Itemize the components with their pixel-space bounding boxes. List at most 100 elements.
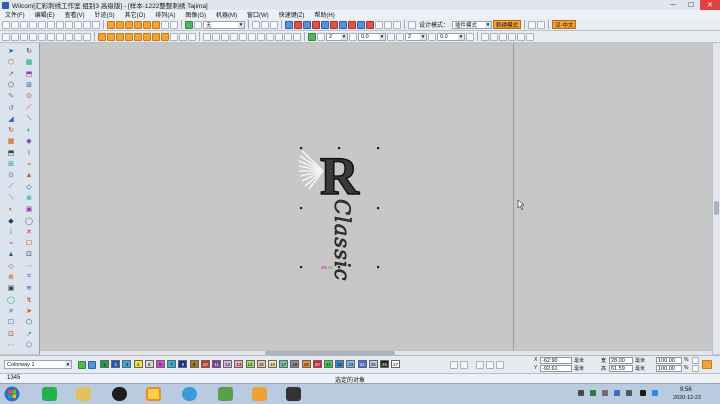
- settings-icon[interactable]: [537, 20, 546, 29]
- tray-app-1-icon[interactable]: [578, 390, 584, 396]
- digitize-tool-icon[interactable]: ↺: [3, 103, 19, 113]
- spin-field-3[interactable]: 2 ▼: [405, 32, 427, 41]
- digitize-tool-icon[interactable]: ☐: [21, 238, 37, 248]
- transform-icon[interactable]: [270, 20, 278, 29]
- group-icon[interactable]: [339, 20, 347, 29]
- scale-x-field[interactable]: 100.00: [656, 357, 682, 364]
- color-swatch[interactable]: 7: [167, 360, 177, 368]
- digitize-tool-icon[interactable]: ⋯: [21, 261, 37, 271]
- fabric-icon[interactable]: [185, 20, 193, 29]
- save-icon[interactable]: [20, 20, 28, 29]
- tatami-icon[interactable]: [20, 32, 28, 41]
- y-field[interactable]: -92.61: [540, 365, 572, 372]
- shape-e-icon[interactable]: [239, 32, 247, 41]
- wechat-icon[interactable]: [42, 387, 57, 401]
- menu-file[interactable]: 文件(F): [0, 10, 30, 19]
- grid-icon[interactable]: [528, 20, 537, 29]
- shape-c-icon[interactable]: [221, 32, 229, 41]
- color-swatch[interactable]: 19: [301, 360, 311, 368]
- run-tool-icon[interactable]: [134, 20, 142, 29]
- digitize-tool-icon[interactable]: ◇: [3, 261, 19, 271]
- menu-window[interactable]: 窗口(W): [242, 10, 274, 19]
- stemstitch-icon[interactable]: [65, 32, 73, 41]
- tray-app-3-icon[interactable]: [602, 390, 608, 396]
- menu-image[interactable]: 图像(G): [180, 10, 211, 19]
- digitize-tool-icon[interactable]: ⊕: [3, 272, 19, 282]
- digitize-tool-icon[interactable]: ⊙: [3, 170, 19, 180]
- embroidery-mode-button[interactable]: 刺绣模式: [493, 20, 522, 29]
- digitize-tool-icon[interactable]: ⋯: [3, 340, 19, 350]
- color-swatch[interactable]: 2: [111, 360, 121, 368]
- digitize-tool-icon[interactable]: ▦: [21, 57, 37, 67]
- lettering-tool-icon[interactable]: [143, 20, 151, 29]
- offset-icon[interactable]: [125, 32, 133, 41]
- fabric-select[interactable]: 无 ▼: [203, 20, 245, 29]
- digitize-tool-icon[interactable]: ≋: [21, 283, 37, 293]
- transform-apply-icon[interactable]: [702, 360, 712, 369]
- print-icon[interactable]: [29, 20, 37, 29]
- color-swatch[interactable]: 16: [268, 360, 277, 368]
- digitize-tool-icon[interactable]: ↻: [3, 125, 19, 135]
- digitize-tool-icon[interactable]: ➤: [21, 306, 37, 316]
- digitize-tool-icon[interactable]: ⌁: [3, 238, 19, 248]
- shape-k-icon[interactable]: [293, 32, 301, 41]
- help-app-icon[interactable]: [252, 387, 267, 401]
- stitch-player-icon[interactable]: [393, 20, 401, 29]
- pattern-fill-icon[interactable]: [98, 32, 106, 41]
- length-icon[interactable]: [396, 32, 404, 41]
- stitch-angle-icon[interactable]: [308, 32, 316, 41]
- undo-icon[interactable]: [65, 20, 73, 29]
- digitize-tool-icon[interactable]: ⊡: [3, 329, 19, 339]
- color-swatch[interactable]: 9: [189, 360, 199, 368]
- menu-view[interactable]: 查看(V): [60, 10, 90, 19]
- tray-app-2-icon[interactable]: [590, 390, 596, 396]
- digitize-tool-icon[interactable]: ⊞: [3, 159, 19, 169]
- digitize-tool-icon[interactable]: ⟍: [3, 193, 19, 203]
- array-icon[interactable]: [188, 32, 196, 41]
- digitize-tool-icon[interactable]: ⊙: [21, 91, 37, 101]
- menu-edit[interactable]: 编辑(E): [30, 10, 60, 19]
- wilcom-icon[interactable]: [146, 387, 161, 401]
- applique-tool-icon[interactable]: [152, 20, 160, 29]
- thread-chart-icon[interactable]: [486, 361, 494, 369]
- language-button[interactable]: 汉·中文: [552, 20, 577, 29]
- swatch-scroll-right-icon[interactable]: [460, 361, 468, 369]
- digitize-tool-icon[interactable]: ◐: [3, 204, 19, 214]
- swatch-scroll-left-icon[interactable]: [450, 361, 458, 369]
- cut-icon[interactable]: [38, 20, 46, 29]
- unlock-icon[interactable]: [366, 20, 374, 29]
- scale-y-field[interactable]: 100.00: [656, 365, 682, 372]
- run-icon[interactable]: [38, 32, 46, 41]
- digitize-tool-icon[interactable]: ◐: [21, 125, 37, 135]
- backstitch-icon[interactable]: [56, 32, 64, 41]
- color-swatch[interactable]: 21: [324, 360, 333, 368]
- digitize-tool-icon[interactable]: ⬠: [3, 80, 19, 90]
- motif-icon[interactable]: [83, 32, 91, 41]
- color-swatch[interactable]: 6: [156, 360, 165, 368]
- lock-ratio-icon[interactable]: [692, 357, 699, 364]
- clock-date[interactable]: 2020-12-22: [673, 395, 701, 401]
- paste-icon[interactable]: [56, 20, 64, 29]
- color-swatch[interactable]: 20: [312, 360, 322, 368]
- digitize-tool-icon[interactable]: ▣: [21, 204, 37, 214]
- color-swatch[interactable]: 14: [245, 360, 255, 368]
- color-swatch[interactable]: 8: [178, 360, 188, 368]
- fabric-x-icon[interactable]: [194, 20, 202, 29]
- digitize-tool-icon[interactable]: ▦: [3, 136, 19, 146]
- qq-icon[interactable]: [112, 387, 127, 401]
- maximize-button[interactable]: ☐: [682, 0, 700, 10]
- digitize-tool-icon[interactable]: ↗: [3, 69, 19, 79]
- blanket-icon[interactable]: [74, 32, 82, 41]
- show-outlines-icon[interactable]: [170, 20, 178, 29]
- digitize-tool-icon[interactable]: ⬡: [21, 317, 37, 327]
- color-palette-icon[interactable]: [312, 20, 320, 29]
- fill-stitch-icon[interactable]: [11, 32, 19, 41]
- digitize-tool-icon[interactable]: ⌁: [21, 159, 37, 169]
- triangle-icon[interactable]: [170, 32, 178, 41]
- digitize-tool-icon[interactable]: ⬡: [3, 57, 19, 67]
- digitize-tool-icon[interactable]: ↻: [21, 46, 37, 56]
- apply-icon[interactable]: [466, 32, 474, 41]
- digitize-tool-icon[interactable]: ↯: [21, 295, 37, 305]
- color-swatch[interactable]: 1: [100, 360, 109, 368]
- digitize-tool-icon[interactable]: ⌇: [3, 227, 19, 237]
